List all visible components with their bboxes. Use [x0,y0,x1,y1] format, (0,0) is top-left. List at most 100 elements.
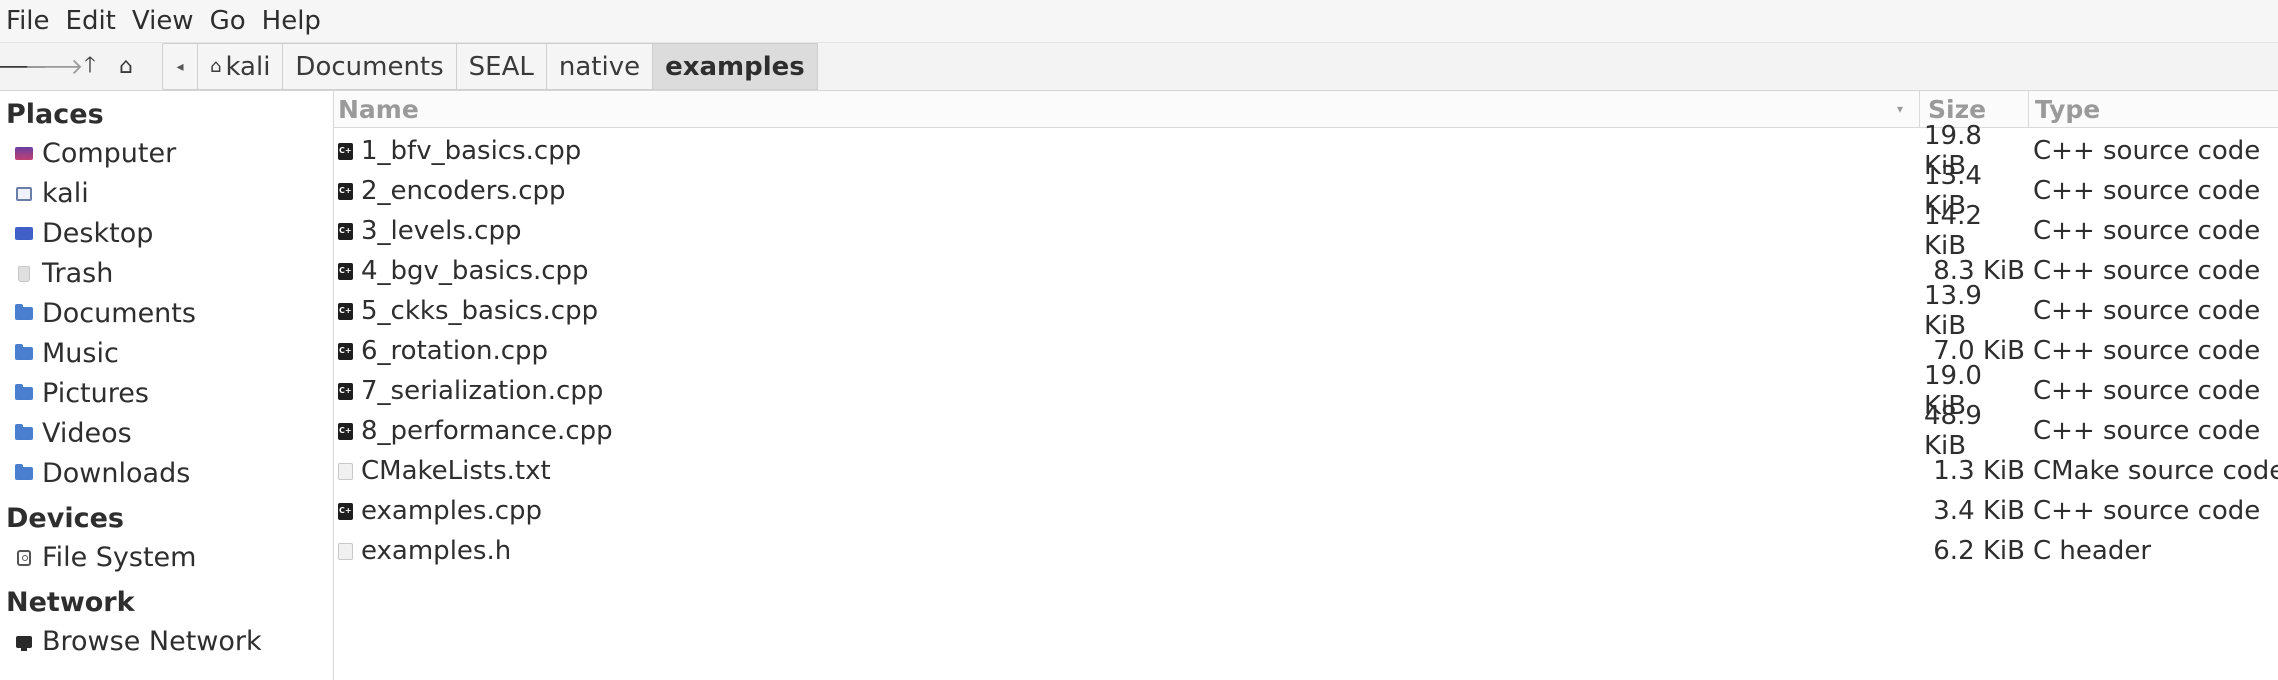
computer-icon [14,144,34,164]
file-name-cell: examples.h [338,531,511,571]
file-type: C++ source code [2033,176,2261,206]
breadcrumb-label: kali [225,51,271,82]
file-name-cell: CMakeLists.txt [338,451,551,491]
up-arrow-icon[interactable]: 🡑 [72,43,108,90]
file-type: C++ source code [2033,376,2261,406]
file-row[interactable]: 3_levels.cpp 14.2 KiB C++ source code [334,201,2278,261]
file-name-cell: 1_bfv_basics.cpp [338,131,581,171]
sidebar: Places Computer kali Desktop Trash Docum… [0,91,334,680]
sidebar-item-file-system[interactable]: File System [14,542,196,573]
breadcrumb-native[interactable]: native [546,43,654,90]
breadcrumb-seal[interactable]: SEAL [456,43,547,90]
file-row[interactable]: CMakeLists.txt 1.3 KiB CMake source code [334,451,2278,491]
sidebar-item-label: File System [42,542,197,573]
sidebar-item-trash[interactable]: Trash [14,258,113,289]
menu-go[interactable]: Go [202,6,254,36]
disk-icon [14,548,34,568]
cpp-file-icon [338,502,353,520]
home-icon[interactable]: ⌂ [108,43,144,90]
cpp-file-icon [338,382,353,400]
file-row[interactable]: examples.cpp 3.4 KiB C++ source code [334,491,2278,531]
file-name-cell: 2_encoders.cpp [338,171,566,211]
column-header-type[interactable]: Type [2028,91,2278,127]
cpp-file-icon [338,422,353,440]
file-type: C++ source code [2033,416,2261,446]
file-type: C++ source code [2033,296,2261,326]
file-type: C header [2033,536,2152,566]
breadcrumb-documents[interactable]: Documents [283,43,457,90]
file-name-cell: 4_bgv_basics.cpp [338,251,589,291]
sidebar-item-kali[interactable]: kali [14,178,89,209]
column-header-name[interactable]: Name [338,91,1918,127]
file-row[interactable]: examples.h 6.2 KiB C header [334,531,2278,571]
file-name: examples.cpp [361,496,543,526]
breadcrumb-examples[interactable]: examples [653,43,818,90]
file-type: C++ source code [2033,336,2261,366]
network-icon [14,632,34,652]
sidebar-item-documents[interactable]: Documents [14,298,196,329]
menu-help[interactable]: Help [254,6,329,36]
header-file-icon [338,542,353,560]
cpp-file-icon [338,262,353,280]
menu-view[interactable]: View [124,6,202,36]
file-name: 3_levels.cpp [361,216,522,246]
pictures-folder-icon [14,384,34,404]
path-scroll-left-button[interactable]: ◂ [162,43,198,90]
sidebar-item-music[interactable]: Music [14,338,119,369]
sidebar-item-label: kali [42,178,89,209]
file-name: examples.h [361,536,512,566]
sidebar-item-computer[interactable]: Computer [14,138,176,169]
sidebar-item-pictures[interactable]: Pictures [14,378,149,409]
file-size: 14.2 KiB [1924,201,1982,261]
menu-bar: File Edit View Go Help [0,0,2278,43]
menu-edit[interactable]: Edit [58,6,124,36]
sidebar-item-label: Pictures [42,378,149,409]
file-name-cell: 5_ckks_basics.cpp [338,291,598,331]
file-name-cell: 6_rotation.cpp [338,331,548,371]
sidebar-item-videos[interactable]: Videos [14,418,132,449]
file-name: 4_bgv_basics.cpp [361,256,589,286]
file-name: 8_performance.cpp [361,416,613,446]
network-heading: Network [6,587,135,618]
file-name-cell: 7_serialization.cpp [338,371,603,411]
file-size: 48.9 KiB [1924,401,1982,461]
downloads-folder-icon [14,464,34,484]
desktop-icon [14,224,34,244]
sidebar-item-downloads[interactable]: Downloads [14,458,190,489]
sidebar-item-label: Documents [42,298,196,329]
file-list: Name ▾ Size Type 1_bfv_basics.cpp19.8 Ki… [334,91,2278,680]
file-name: 1_bfv_basics.cpp [361,136,582,166]
home-icon: ⌂ [210,56,222,77]
file-size: 6.2 KiB [1933,536,2025,566]
file-name: 2_encoders.cpp [361,176,566,206]
sidebar-item-label: Videos [42,418,132,449]
menu-file[interactable]: File [0,6,58,36]
home-folder-icon [14,184,34,204]
file-size: 13.9 KiB [1924,281,1982,341]
file-type: C++ source code [2033,256,2261,286]
file-type: C++ source code [2033,496,2261,526]
cpp-file-icon [338,182,353,200]
trash-icon [14,264,34,284]
music-folder-icon [14,344,34,364]
file-row[interactable]: 5_ckks_basics.cpp 13.9 KiB C++ source code [334,281,2278,341]
cpp-file-icon [338,142,353,160]
file-name-cell: examples.cpp [338,491,542,531]
sidebar-item-label: Browse Network [42,626,262,657]
forward-arrow-icon[interactable]: 🡒 [25,43,84,90]
sidebar-item-label: Computer [42,138,177,169]
file-name: CMakeLists.txt [361,456,551,486]
cpp-file-icon [338,342,353,360]
sidebar-item-desktop[interactable]: Desktop [14,218,153,249]
sidebar-item-label: Desktop [42,218,154,249]
file-type: CMake source code [2033,456,2278,486]
sort-descending-icon: ▾ [1897,102,1904,116]
places-heading: Places [6,99,104,130]
cpp-file-icon [338,222,353,240]
sidebar-item-browse-network[interactable]: Browse Network [14,626,262,657]
documents-folder-icon [14,304,34,324]
breadcrumb-kali[interactable]: ⌂ kali [198,43,284,90]
file-name-cell: 8_performance.cpp [338,411,613,451]
sidebar-item-label: Music [42,338,119,369]
file-row[interactable]: 8_performance.cpp 48.9 KiB C++ source code [334,401,2278,461]
